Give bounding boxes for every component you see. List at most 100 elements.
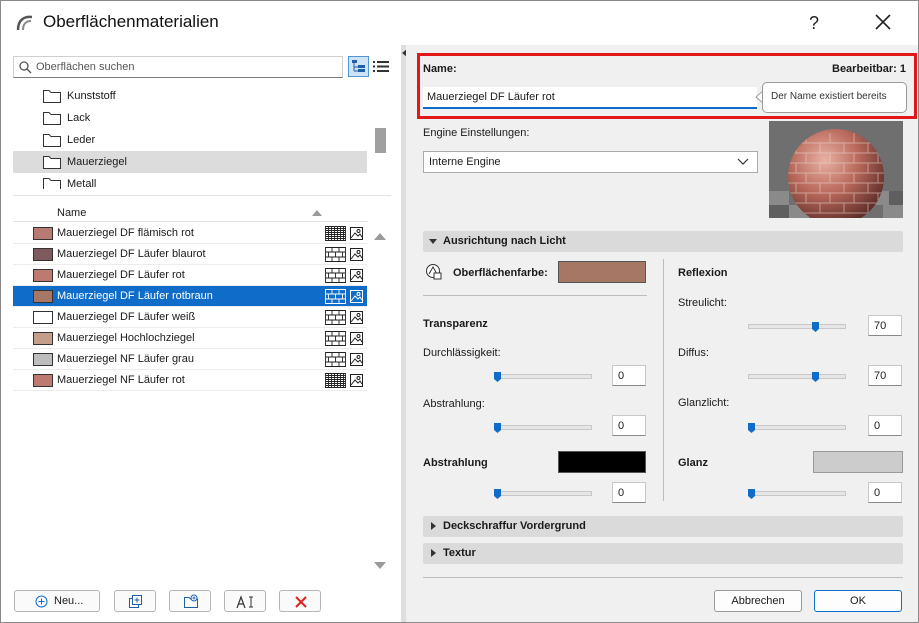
- folder-item-selected[interactable]: Mauerziegel: [13, 151, 367, 173]
- material-name: Mauerziegel DF Läufer blaurot: [57, 248, 206, 260]
- delete-button[interactable]: [279, 590, 321, 612]
- section-light-orientation[interactable]: Ausrichtung nach Licht: [423, 231, 903, 252]
- emission-slider[interactable]: [494, 425, 592, 430]
- section-hatch-foreground[interactable]: Deckschraffur Vordergrund: [423, 516, 903, 537]
- table-row[interactable]: Mauerziegel NF Läufer rot: [13, 370, 367, 391]
- emission-intensity-input[interactable]: 0: [612, 482, 646, 503]
- diffuse-slider[interactable]: [748, 374, 846, 379]
- new-button-label: Neu...: [54, 595, 84, 607]
- rename-text-icon: [236, 595, 253, 609]
- folder-add-icon: [184, 594, 198, 608]
- close-icon[interactable]: [863, 9, 903, 37]
- material-name: Mauerziegel DF flämisch rot: [57, 227, 194, 239]
- hatch-pattern-icon: [325, 331, 346, 346]
- texture-image-icon: [350, 332, 363, 345]
- slider-thumb[interactable]: [494, 372, 501, 382]
- table-row[interactable]: Mauerziegel DF flämisch rot: [13, 223, 367, 244]
- archicad-logo-icon: [16, 15, 33, 31]
- tree-view-button[interactable]: [348, 56, 369, 77]
- table-row[interactable]: Mauerziegel NF Läufer grau: [13, 349, 367, 370]
- gloss-slider[interactable]: [748, 491, 846, 496]
- material-color-swatch: [33, 332, 53, 345]
- color-picker-icon[interactable]: [425, 263, 443, 281]
- diffuse-input[interactable]: 70: [868, 365, 902, 386]
- table-row[interactable]: Mauerziegel DF Läufer weiß: [13, 307, 367, 328]
- material-color-swatch: [33, 248, 53, 261]
- slider-thumb[interactable]: [494, 489, 501, 499]
- folder-item[interactable]: Lack: [13, 107, 367, 129]
- emission-intensity-slider[interactable]: [494, 491, 592, 496]
- engine-select[interactable]: Interne Engine: [423, 151, 758, 173]
- column-divider: [663, 259, 664, 501]
- pane-splitter[interactable]: [13, 195, 391, 196]
- slider-thumb[interactable]: [811, 372, 819, 382]
- surface-materials-dialog: Oberflächenmaterialien ? Oberflächen suc…: [0, 0, 919, 623]
- chevron-down-icon: [737, 158, 749, 165]
- search-input[interactable]: Oberflächen suchen: [13, 56, 343, 78]
- column-header-name[interactable]: Name: [57, 207, 86, 219]
- specular-input[interactable]: 0: [868, 415, 902, 436]
- texture-image-icon: [350, 353, 363, 366]
- permeability-slider[interactable]: [494, 374, 592, 379]
- material-settings-panel: Name: Bearbeitbar: 1 Mauerziegel DF Läuf…: [406, 45, 918, 622]
- import-button[interactable]: [169, 590, 211, 612]
- list-view-icon[interactable]: [372, 58, 390, 75]
- caret-right-icon: [431, 522, 436, 530]
- slider-thumb[interactable]: [494, 423, 501, 433]
- slider-thumb[interactable]: [748, 423, 755, 433]
- emission-color-swatch[interactable]: [558, 451, 646, 473]
- material-name: Mauerziegel Hochlochziegel: [57, 332, 195, 344]
- slider-thumb[interactable]: [748, 489, 755, 499]
- material-name: Mauerziegel DF Läufer weiß: [57, 311, 196, 323]
- gloss-heading: Glanz: [678, 457, 708, 469]
- scroll-up-icon[interactable]: [373, 231, 387, 241]
- texture-image-icon: [350, 248, 363, 261]
- folder-item[interactable]: Kunststoff: [13, 85, 367, 107]
- duplicate-button[interactable]: [114, 590, 156, 612]
- material-name: Mauerziegel DF Läufer rotbraun: [57, 290, 213, 302]
- hatch-pattern-icon: [325, 268, 346, 283]
- texture-image-icon: [350, 311, 363, 324]
- folder-item[interactable]: Leder: [13, 129, 367, 151]
- sort-ascending-icon[interactable]: [311, 209, 323, 217]
- folder-icon: [43, 112, 61, 125]
- section-texture[interactable]: Textur: [423, 543, 903, 564]
- footer-divider: [423, 577, 903, 578]
- gloss-color-swatch[interactable]: [813, 451, 903, 473]
- texture-image-icon: [350, 374, 363, 387]
- hatch-pattern-icon: [325, 289, 346, 304]
- permeability-input[interactable]: 0: [612, 365, 646, 386]
- folder-scrollbar-thumb[interactable]: [375, 128, 386, 153]
- ok-button[interactable]: OK: [814, 590, 902, 612]
- duplicate-icon: [129, 595, 142, 608]
- ambient-slider[interactable]: [748, 324, 846, 329]
- help-button[interactable]: ?: [797, 9, 831, 37]
- new-button[interactable]: Neu...: [14, 590, 100, 612]
- emission-heading: Abstrahlung: [423, 457, 488, 469]
- table-row[interactable]: Mauerziegel DF Läufer rot: [13, 265, 367, 286]
- slider-thumb[interactable]: [811, 322, 819, 332]
- cancel-button[interactable]: Abbrechen: [714, 590, 802, 612]
- table-row-selected[interactable]: Mauerziegel DF Läufer rotbraun: [13, 286, 367, 307]
- folder-item[interactable]: Metall: [13, 173, 367, 189]
- permeability-label: Durchlässigkeit:: [423, 347, 501, 359]
- rename-button[interactable]: [224, 590, 266, 612]
- emission-input[interactable]: 0: [612, 415, 646, 436]
- divider: [423, 295, 647, 296]
- material-color-swatch: [33, 311, 53, 324]
- material-color-swatch: [33, 227, 53, 240]
- caret-right-icon: [431, 549, 436, 557]
- material-preview-image: [769, 121, 903, 218]
- surface-color-swatch[interactable]: [558, 261, 646, 283]
- specular-slider[interactable]: [748, 425, 846, 430]
- table-row[interactable]: Mauerziegel DF Läufer blaurot: [13, 244, 367, 265]
- scroll-down-icon[interactable]: [373, 561, 387, 571]
- alert-highlight-frame: [417, 53, 917, 119]
- ambient-input[interactable]: 70: [868, 315, 902, 336]
- table-row[interactable]: Mauerziegel Hochlochziegel: [13, 328, 367, 349]
- folder-icon: [43, 156, 61, 169]
- tree-view-icon: [352, 60, 365, 72]
- bottom-toolbar: Neu...: [1, 590, 401, 616]
- hatch-pattern-icon: [325, 373, 346, 388]
- gloss-input[interactable]: 0: [868, 482, 902, 503]
